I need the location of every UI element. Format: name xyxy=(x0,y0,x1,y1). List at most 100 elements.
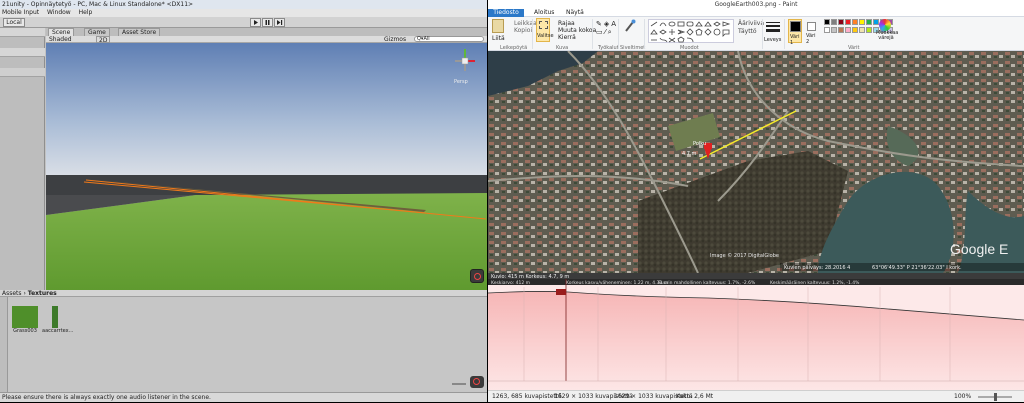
paste-button[interactable]: Liitä xyxy=(492,35,505,42)
imagery-copyright: Image © 2017 DigitalGlobe xyxy=(710,252,779,259)
color1-label: Väri 1 xyxy=(790,34,800,46)
outline-dropdown[interactable]: Ääriviiva xyxy=(738,20,764,27)
rotate-button[interactable]: Kierrä xyxy=(558,34,576,41)
ribbon: Liitä Leikkaa Kopioi Leikepöytä Valitse … xyxy=(488,17,1024,51)
play-button[interactable] xyxy=(250,18,261,27)
hierarchy-row[interactable] xyxy=(0,28,45,37)
eraser-icon[interactable]: ▭ xyxy=(596,28,605,36)
fill-dropdown[interactable]: Täyttö xyxy=(738,28,757,35)
local-toggle[interactable]: Local xyxy=(3,18,25,27)
tools-group[interactable]: ✎◈A ▭⁄⌕ xyxy=(596,20,618,36)
asset-label: aaccarrtex... xyxy=(42,328,74,334)
marker-label: 4.7 m xyxy=(682,151,697,157)
elevation-header: Kuvio: 415 m Korkeus: 4.7, 9 m xyxy=(491,274,569,280)
elevation-profile: Kuvio: 415 m Korkeus: 4.7, 9 m Keskiarvo… xyxy=(488,273,1024,390)
asset-grass[interactable]: Grass003 xyxy=(12,306,38,334)
step-button[interactable] xyxy=(274,18,285,27)
palette-swatch[interactable] xyxy=(852,27,858,33)
color1-swatch xyxy=(790,21,801,32)
scene-search-input[interactable]: Q▾All xyxy=(414,36,484,42)
palette-swatch[interactable] xyxy=(866,19,872,25)
breadcrumb-current[interactable]: Textures xyxy=(28,290,57,297)
file-tab[interactable]: Tiedosto xyxy=(488,9,524,17)
file-size: Koko: 2,6 Mt xyxy=(676,393,714,400)
breadcrumb-root[interactable]: Assets xyxy=(2,290,22,297)
magnifier-icon[interactable]: ⌕ xyxy=(608,28,614,36)
satellite-image: 4.7 m Polku Image © 2017 DigitalGlobe Go… xyxy=(488,51,1024,274)
brushes-button[interactable] xyxy=(624,19,636,33)
hierarchy-row[interactable] xyxy=(0,68,45,77)
scene-view[interactable]: Persp xyxy=(46,43,487,290)
tab-game[interactable]: Game xyxy=(84,28,110,36)
unity-status-bar: Please ensure there is always exactly on… xyxy=(0,392,487,402)
elevation-stat-4: Keskimääräinen kaltevuus: 1.2%, -1.4% xyxy=(770,280,860,286)
palette-swatch[interactable] xyxy=(838,19,844,25)
tab-home[interactable]: Aloitus xyxy=(534,9,554,17)
palette-swatch[interactable] xyxy=(824,27,830,33)
project-breadcrumb: Assets › Textures xyxy=(0,290,487,297)
paint-status-bar: 1263, 685 kuvapistettä 1629 × 1033 kuvap… xyxy=(488,390,1024,402)
pause-button[interactable] xyxy=(262,18,273,27)
asset-thumbnail xyxy=(12,306,38,328)
size-label: Leveys xyxy=(764,37,782,43)
path-label: Polku xyxy=(693,141,706,147)
unity-toolbar: Local xyxy=(0,17,487,28)
coordinates-readout: 63°06'49.33" P 21°36'22.03" I kork. xyxy=(872,265,962,271)
palette-swatch[interactable] xyxy=(845,27,851,33)
project-tree-panel xyxy=(0,297,8,392)
resize-button[interactable]: Muuta kokoa xyxy=(558,27,596,34)
elevation-stat-2: Korkeus kasvu/väheneminen: 1.22 m, 4.30 … xyxy=(566,280,668,286)
palette-swatch[interactable] xyxy=(831,27,837,33)
zoom-level: 100% xyxy=(954,393,972,400)
paste-icon[interactable] xyxy=(492,19,504,33)
select-button[interactable]: Valitse xyxy=(536,18,554,42)
pencil-icon[interactable]: ✎ xyxy=(596,20,604,28)
color1-button[interactable]: Väri 1 xyxy=(788,19,802,46)
palette-swatch[interactable] xyxy=(831,19,837,25)
cursor-position: 1263, 685 kuvapistettä xyxy=(492,393,562,400)
project-assets-panel: Grass003 aaccarrtex... xyxy=(8,297,487,392)
record-icon[interactable] xyxy=(470,269,484,283)
select-label: Valitse xyxy=(537,33,554,39)
gizmos-dropdown[interactable]: Gizmos xyxy=(384,36,406,43)
palette-swatch[interactable] xyxy=(852,19,858,25)
paint-canvas[interactable]: 4.7 m Polku Image © 2017 DigitalGlobe Go… xyxy=(488,51,1024,390)
brush-icon xyxy=(625,19,636,32)
elevation-render: Kuvio: 415 m Korkeus: 4.7, 9 m Keskiarvo… xyxy=(488,273,1024,390)
shading-dropdown[interactable]: Shaded xyxy=(49,36,72,43)
step-icon xyxy=(277,20,283,25)
shapes-gallery[interactable] xyxy=(648,19,734,43)
palette-swatch[interactable] xyxy=(866,27,872,33)
thumbnail-size-slider[interactable] xyxy=(452,383,466,385)
cut-button[interactable]: Leikkaa xyxy=(514,20,537,27)
tab-scene-label: Scene xyxy=(52,29,71,36)
asset-texture[interactable]: aaccarrtex... xyxy=(42,306,74,334)
menu-help[interactable]: Help xyxy=(79,9,93,16)
hierarchy-row[interactable] xyxy=(0,48,45,57)
2d-toggle[interactable]: 2D xyxy=(96,36,111,44)
record-icon[interactable] xyxy=(470,376,484,388)
zoom-slider[interactable] xyxy=(978,393,1012,401)
palette-swatch[interactable] xyxy=(859,19,865,25)
tab-asset-store-label: Asset Store xyxy=(122,29,157,36)
palette-swatch[interactable] xyxy=(838,27,844,33)
edit-colors-button[interactable]: Muokkaa värejä xyxy=(876,19,898,43)
imagery-date: Kuvien päiväys: 28.2016 4 xyxy=(784,265,850,271)
ribbon-tabs: Tiedosto Aloitus Näytä xyxy=(488,9,1024,17)
menu-mobile-input[interactable]: Mobile Input xyxy=(2,9,39,16)
color2-button[interactable]: Väri 2 xyxy=(806,19,820,45)
local-label: Local xyxy=(6,19,22,26)
scene-tab-strip: Scene Game Asset Store xyxy=(46,28,487,36)
tab-view[interactable]: Näytä xyxy=(566,9,584,17)
copy-button[interactable]: Kopioi xyxy=(514,27,532,34)
tab-scene[interactable]: Scene xyxy=(48,28,75,36)
unity-window: 21unity - Opinnäytetyö - PC, Mac & Linux… xyxy=(0,0,487,402)
palette-swatch[interactable] xyxy=(824,19,830,25)
menu-window[interactable]: Window xyxy=(47,9,71,16)
tab-asset-store[interactable]: Asset Store xyxy=(118,28,161,36)
palette-swatch[interactable] xyxy=(845,19,851,25)
size-button[interactable] xyxy=(766,19,780,37)
persp-label: Persp xyxy=(454,79,468,85)
palette-swatch[interactable] xyxy=(859,27,865,33)
crop-button[interactable]: Rajaa xyxy=(558,20,575,27)
